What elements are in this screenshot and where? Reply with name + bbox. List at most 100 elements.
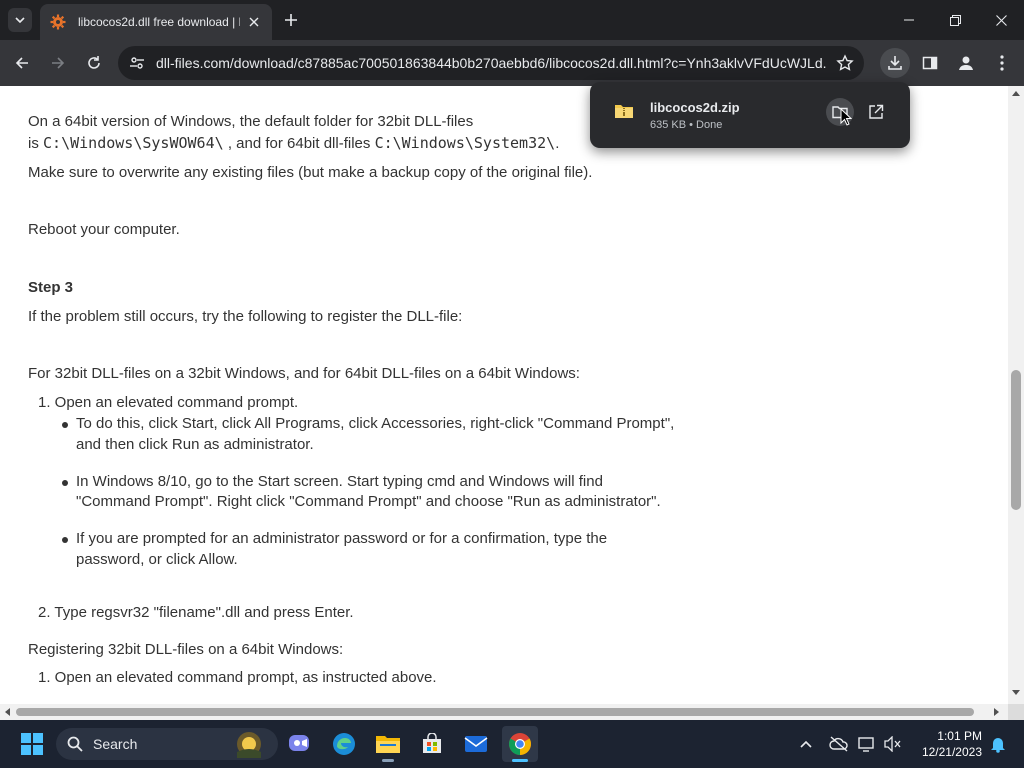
- text-registering-64bit: Registering 32bit DLL-files on a 64bit W…: [28, 641, 344, 658]
- tab-strip: libcocos2d.dll free download | D: [0, 0, 1024, 40]
- profile-button[interactable]: [952, 49, 980, 77]
- text-for-32bit: For 32bit DLL-files on a 32bit Windows, …: [28, 365, 580, 382]
- system-clock[interactable]: 1:01 PM 12/21/2023: [912, 728, 982, 760]
- bookmark-star-icon[interactable]: [836, 54, 854, 72]
- tab-search-button[interactable]: [8, 8, 32, 32]
- text-and-for-64bit: , and for 64bit dll-files: [227, 135, 371, 152]
- volume-tray[interactable]: [880, 726, 906, 762]
- vertical-scrollbar[interactable]: [1008, 86, 1024, 704]
- downloads-button[interactable]: [880, 48, 910, 78]
- close-window-button[interactable]: [978, 0, 1024, 40]
- arrow-left-icon: [15, 57, 28, 69]
- text-is: is: [28, 135, 39, 152]
- tab-title: libcocos2d.dll free download | D: [78, 15, 240, 29]
- list-item-type-regsvr32: 2. Type regsvr32 "filename".dll and pres…: [38, 604, 354, 621]
- edge-browser-icon: [333, 733, 355, 755]
- mail-icon: [464, 736, 488, 752]
- search-highlight-icon: [237, 732, 261, 758]
- close-icon: [995, 14, 1007, 26]
- windows-taskbar: Search 1:01 PM 12/21/2023: [0, 720, 1024, 768]
- download-bubble: libcocos2d.zip 635 KB • Done: [590, 82, 910, 148]
- new-tab-button[interactable]: [281, 10, 301, 30]
- scroll-left-arrow-icon[interactable]: [4, 708, 10, 716]
- clock-date: 12/21/2023: [921, 745, 982, 759]
- open-file-button[interactable]: [862, 98, 890, 126]
- file-explorer-app[interactable]: [370, 726, 406, 762]
- chevron-up-icon: [800, 740, 812, 748]
- dll-files-favicon-icon: [50, 14, 66, 30]
- microsoft-store-icon: [423, 733, 441, 753]
- text-default-folder: On a 64bit version of Windows, the defau…: [28, 113, 474, 130]
- site-info-icon[interactable]: [128, 54, 146, 72]
- bell-icon: [991, 738, 1005, 753]
- active-indicator: [512, 759, 528, 762]
- text-bullet-3a: If you are prompted for an administrator…: [76, 530, 608, 547]
- mail-app[interactable]: [458, 726, 494, 762]
- horizontal-scrollbar[interactable]: [0, 704, 1008, 720]
- browser-tab[interactable]: libcocos2d.dll free download | D: [40, 4, 272, 40]
- show-hidden-icons-button[interactable]: [788, 726, 824, 762]
- restore-button[interactable]: [932, 0, 978, 40]
- scroll-right-arrow-icon[interactable]: [994, 708, 1000, 716]
- chrome-menu-button[interactable]: [988, 49, 1016, 77]
- download-icon: [888, 56, 902, 70]
- chevron-down-icon: [15, 17, 25, 23]
- text-bullet-2a: In Windows 8/10, go to the Start screen.…: [76, 473, 603, 490]
- store-app[interactable]: [414, 726, 450, 762]
- reload-icon: [88, 56, 100, 69]
- search-icon: [67, 736, 83, 752]
- more-vert-icon: [1000, 55, 1004, 71]
- vertical-scroll-thumb[interactable]: [1011, 370, 1021, 510]
- chrome-icon: [509, 733, 531, 755]
- bullet-icon: [62, 422, 68, 428]
- path-system32: C:\Windows\System32\: [374, 134, 556, 152]
- list-item-open-prompt-2: 1. Open an elevated command prompt, as i…: [38, 669, 437, 686]
- open-in-new-icon: [869, 104, 884, 119]
- network-tray[interactable]: [854, 726, 880, 762]
- zip-folder-icon: [615, 105, 633, 118]
- onedrive-tray[interactable]: [822, 726, 856, 762]
- cloud-offline-icon: [829, 736, 848, 752]
- text-reboot: Reboot your computer.: [28, 221, 180, 238]
- text-bullet-1a: To do this, click Start, click All Progr…: [76, 415, 675, 432]
- text-bullet-1b: and then click Run as administrator.: [76, 436, 314, 453]
- mouse-cursor-icon: [840, 108, 852, 126]
- horizontal-scroll-thumb[interactable]: [16, 708, 974, 716]
- scrollbar-corner: [1008, 704, 1024, 720]
- side-panel-button[interactable]: [916, 49, 944, 77]
- taskbar-search-box[interactable]: Search: [56, 728, 278, 760]
- path-syswow64: C:\Windows\SysWOW64\: [43, 134, 224, 152]
- reload-button[interactable]: [80, 49, 108, 77]
- scroll-down-arrow-icon[interactable]: [1012, 690, 1020, 696]
- tab-close-icon[interactable]: [246, 14, 262, 30]
- download-filename[interactable]: libcocos2d.zip: [650, 100, 740, 115]
- profile-avatar-icon: [959, 56, 973, 70]
- minimize-button[interactable]: [886, 0, 932, 40]
- plus-icon: [285, 14, 297, 26]
- page-content: On a 64bit version of Windows, the defau…: [0, 86, 1008, 704]
- edge-app[interactable]: [326, 726, 362, 762]
- scroll-up-arrow-icon[interactable]: [1012, 90, 1020, 96]
- address-bar[interactable]: dll-files.com/download/c87885ac700501863…: [118, 46, 864, 80]
- meet-chat-app[interactable]: [282, 726, 318, 762]
- text-problem: If the problem still occurs, try the fol…: [28, 308, 463, 325]
- side-panel-icon: [922, 56, 938, 70]
- back-button[interactable]: [8, 49, 36, 77]
- step-3-heading: Step 3: [28, 279, 74, 296]
- chrome-app[interactable]: [502, 726, 538, 762]
- start-button[interactable]: [14, 726, 50, 762]
- video-chat-icon: [289, 735, 309, 751]
- clock-time: 1:01 PM: [937, 729, 982, 743]
- network-icon: [858, 737, 874, 752]
- download-status: 635 KB • Done: [650, 119, 723, 131]
- url-text[interactable]: dll-files.com/download/c87885ac700501863…: [156, 55, 826, 71]
- text-period: .: [555, 135, 560, 152]
- text-bullet-2b: "Command Prompt". Right click "Command P…: [76, 493, 661, 510]
- list-item-open-prompt: 1. Open an elevated command prompt.: [38, 394, 299, 411]
- bullet-icon: [62, 480, 68, 486]
- forward-button[interactable]: [44, 49, 72, 77]
- bullet-icon: [62, 537, 68, 543]
- text-overwrite: Make sure to overwrite any existing file…: [28, 164, 593, 181]
- restore-icon: [949, 14, 961, 26]
- notifications-button[interactable]: [984, 726, 1012, 762]
